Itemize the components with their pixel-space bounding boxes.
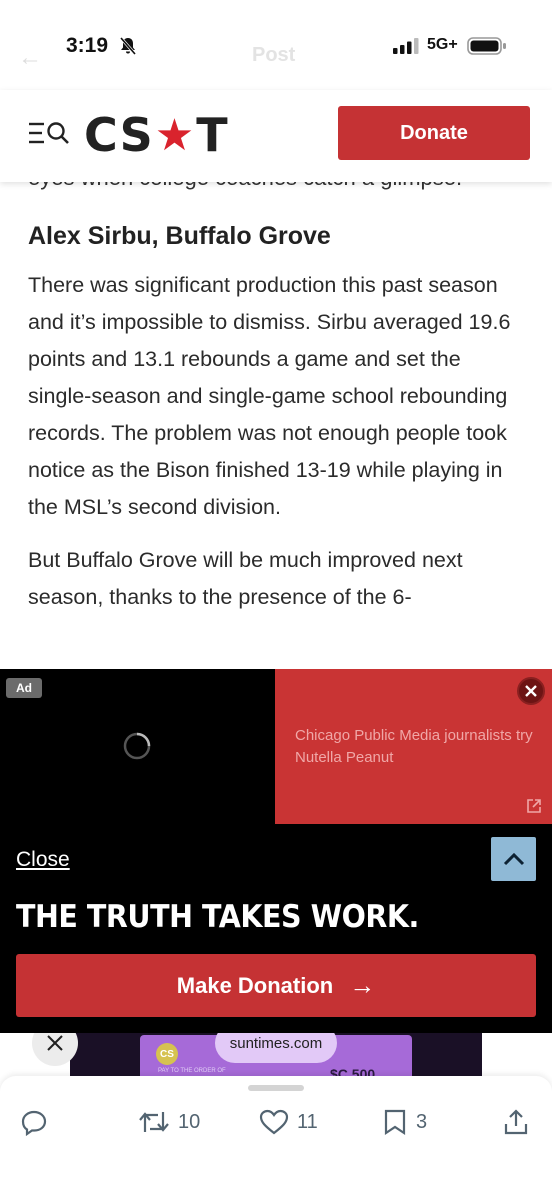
share-icon — [504, 1109, 528, 1135]
status-bar: ← Post 3:19 5G+ — [0, 0, 552, 90]
ad-video-area[interactable]: Ad — [0, 669, 275, 824]
make-donation-label: Make Donation — [176, 972, 334, 998]
logo-text-left: CS — [84, 108, 154, 162]
cst-logo[interactable]: CS ★ T — [84, 108, 229, 162]
donate-button[interactable]: Donate — [338, 106, 530, 160]
retweet-count: 10 — [178, 1110, 201, 1133]
bookmark-count: 3 — [416, 1110, 428, 1133]
chevron-up-icon — [503, 852, 524, 866]
logo-star-icon: ★ — [154, 109, 196, 161]
close-icon — [47, 1035, 63, 1051]
external-link-icon[interactable] — [525, 797, 543, 815]
network-type: 5G+ — [427, 36, 458, 53]
bookmark-button[interactable]: 3 — [382, 1108, 427, 1136]
share-button[interactable] — [503, 1108, 529, 1136]
reply-icon — [21, 1110, 47, 1136]
post-action-bar: 10 11 3 — [0, 1076, 552, 1200]
ad-creative[interactable]: Chicago Public Media journalists try Nut… — [275, 669, 552, 824]
promo-headline: THE TRUTH TAKES WORK. — [16, 899, 419, 935]
sheet-grabber[interactable] — [248, 1085, 304, 1091]
banner-small-text: PAY TO THE ORDER OF — [158, 1068, 226, 1074]
arrow-right-icon: → — [349, 970, 376, 1000]
bookmark-icon — [384, 1109, 406, 1136]
like-button[interactable]: 11 — [259, 1108, 318, 1136]
like-count: 11 — [297, 1110, 318, 1133]
post-title: Post — [252, 44, 296, 66]
status-time: 3:19 — [66, 34, 109, 57]
article-body: eyes when college coaches catch a glimps… — [28, 164, 528, 632]
bell-off-icon — [119, 37, 137, 55]
close-icon — [525, 685, 537, 697]
signal-icon — [393, 38, 419, 54]
article-paragraph: But Buffalo Grove will be much improved … — [28, 548, 463, 609]
loading-spinner-icon — [123, 732, 151, 760]
make-donation-button[interactable]: Make Donation → — [16, 954, 536, 1017]
battery-icon — [467, 37, 506, 55]
logo-text-right: T — [196, 108, 229, 162]
site-header: CS ★ T Donate — [0, 90, 552, 182]
ad-badge: Ad — [6, 678, 42, 698]
menu-search-icon[interactable] — [28, 120, 70, 148]
retweet-button[interactable]: 10 — [138, 1108, 200, 1136]
close-link[interactable]: Close — [16, 848, 70, 872]
article-paragraph: There was significant production this pa… — [28, 273, 511, 519]
retweet-icon — [139, 1112, 169, 1132]
collapse-button[interactable] — [491, 837, 536, 881]
ad-overlay: Ad Chicago Public Media journalists try … — [0, 669, 552, 1033]
heart-icon — [259, 1109, 289, 1135]
ad-promo-text: Chicago Public Media journalists try Nut… — [295, 727, 533, 766]
back-arrow-icon[interactable]: ← — [18, 44, 42, 72]
reply-button[interactable] — [20, 1108, 48, 1136]
ad-close-button[interactable] — [517, 677, 545, 705]
banner-badge: CS — [156, 1043, 178, 1065]
article-subheading: Alex Sirbu, Buffalo Grove — [28, 222, 331, 250]
